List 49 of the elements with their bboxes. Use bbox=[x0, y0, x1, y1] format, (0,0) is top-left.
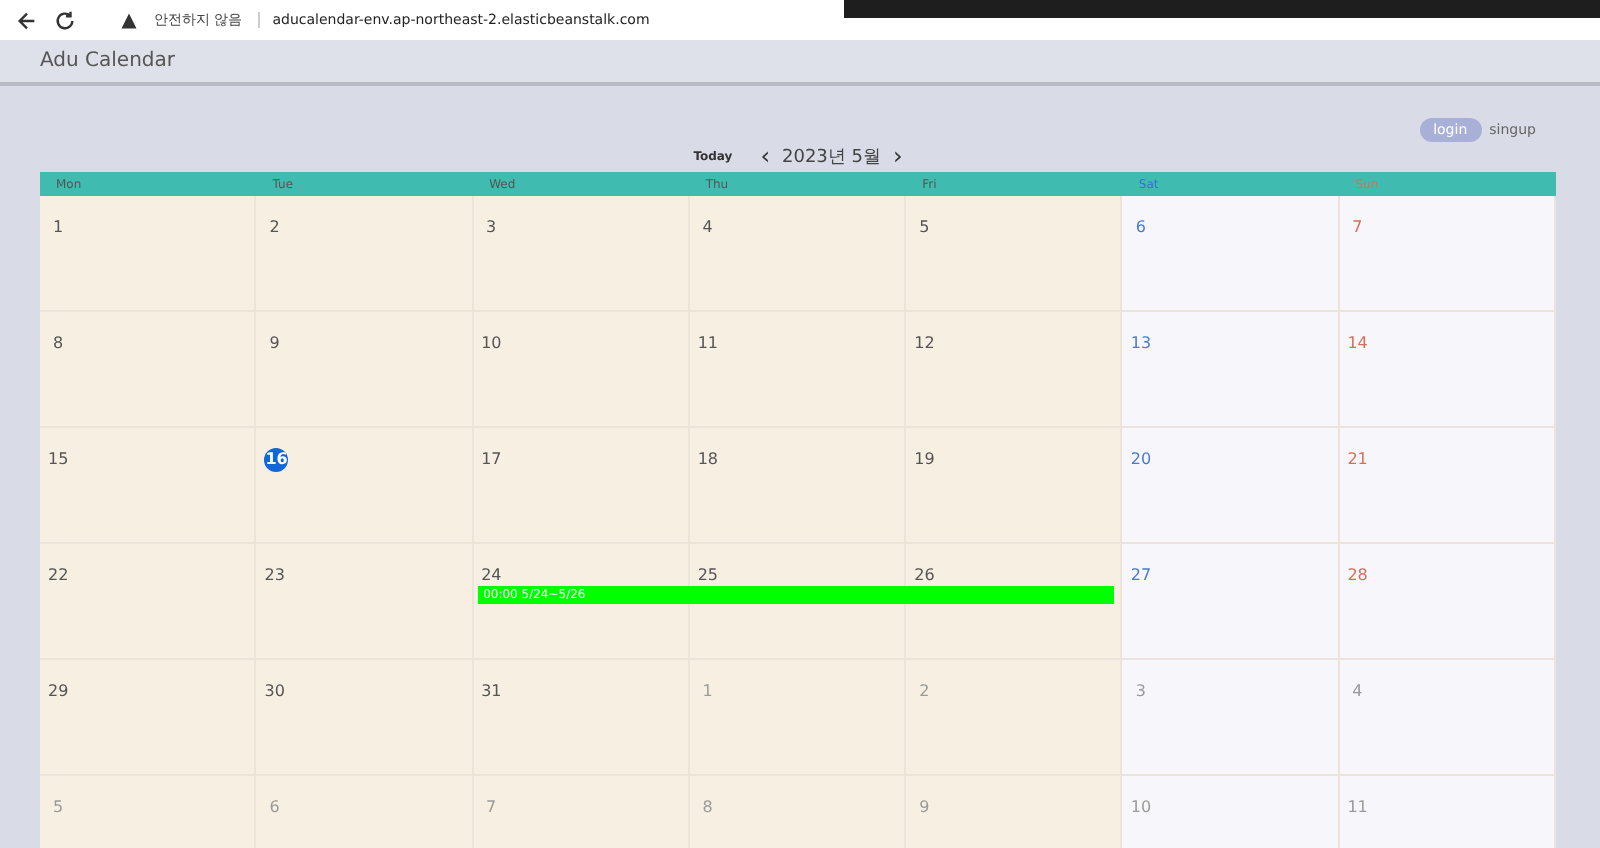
day-number: 13 bbox=[1130, 334, 1152, 354]
day-number: 10 bbox=[481, 334, 502, 354]
day-number: 4 bbox=[1350, 682, 1365, 702]
day-number: 1 bbox=[700, 682, 715, 702]
warning-icon bbox=[120, 11, 138, 29]
day-number: 9 bbox=[917, 798, 932, 818]
day-number: 16 bbox=[264, 448, 289, 472]
day-number: 5 bbox=[917, 218, 932, 238]
app-title: Adu Calendar bbox=[40, 50, 175, 72]
day-number: 31 bbox=[481, 682, 502, 702]
next-month-button[interactable]: › bbox=[893, 144, 903, 168]
day-number: 25 bbox=[697, 566, 719, 586]
day-number: 6 bbox=[267, 798, 282, 818]
day-number: 7 bbox=[1350, 218, 1365, 238]
month-title: 2023년 5월 bbox=[782, 145, 881, 169]
day-number: 11 bbox=[1347, 798, 1368, 818]
day-number: 30 bbox=[264, 682, 285, 702]
day-number: 21 bbox=[1347, 450, 1368, 470]
day-number: 8 bbox=[50, 334, 66, 354]
day-number: 8 bbox=[700, 798, 715, 818]
prev-month-button[interactable]: ‹ bbox=[760, 144, 770, 168]
day-number: 17 bbox=[481, 450, 502, 470]
day-number: 28 bbox=[1347, 566, 1368, 586]
day-number: 1 bbox=[50, 218, 66, 238]
day-number: 5 bbox=[50, 798, 66, 818]
day-number: 2 bbox=[267, 218, 282, 238]
day-number: 22 bbox=[48, 566, 69, 586]
day-number: 9 bbox=[267, 334, 282, 354]
day-number: 19 bbox=[914, 450, 935, 470]
day-number: 11 bbox=[697, 334, 719, 354]
back-icon[interactable] bbox=[16, 9, 38, 31]
day-number: 10 bbox=[1130, 798, 1152, 818]
day-number: 14 bbox=[1347, 334, 1368, 354]
day-number: 3 bbox=[484, 218, 499, 238]
day-number: 20 bbox=[1130, 450, 1152, 470]
day-number: 27 bbox=[1130, 566, 1152, 586]
day-number: 26 bbox=[914, 566, 935, 586]
day-number: 18 bbox=[697, 450, 719, 470]
day-number: 7 bbox=[484, 798, 499, 818]
day-number: 4 bbox=[700, 218, 715, 238]
day-number: 29 bbox=[48, 682, 69, 702]
day-number: 12 bbox=[914, 334, 935, 354]
day-number: 24 bbox=[481, 566, 502, 586]
day-number: 2 bbox=[917, 682, 932, 702]
day-number: 6 bbox=[1133, 218, 1148, 238]
day-number: 3 bbox=[1133, 682, 1148, 702]
day-number: 23 bbox=[264, 566, 285, 586]
day-number: 15 bbox=[48, 450, 69, 470]
reload-icon[interactable] bbox=[54, 9, 76, 31]
